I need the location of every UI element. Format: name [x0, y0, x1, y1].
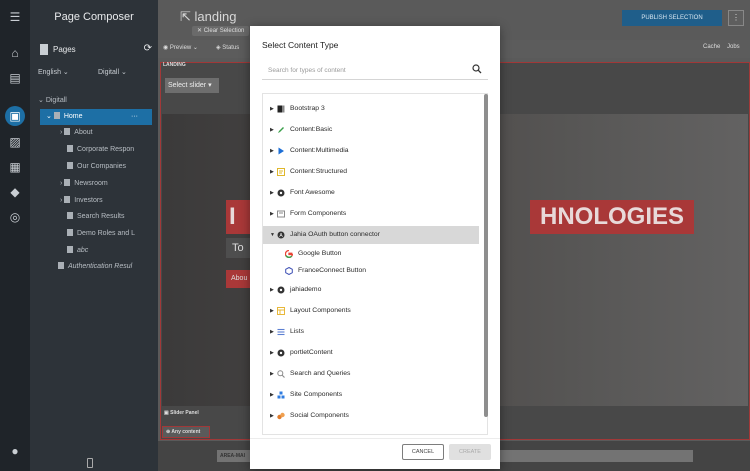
home-icon[interactable]: ⌂ — [7, 45, 23, 61]
tree-node[interactable]: › Newsroom — [60, 176, 158, 192]
slider-panel-label: ▣ Slider Panel — [164, 410, 199, 416]
list-scrollbar[interactable] — [484, 94, 488, 417]
dialog-divider — [250, 438, 500, 439]
google-icon — [285, 250, 293, 258]
page-title: ⇱ landing — [180, 9, 237, 24]
tree-node[interactable]: ⌄ Digitall — [38, 93, 158, 109]
pages-icon — [40, 44, 48, 55]
cache-button[interactable]: Cache — [703, 44, 720, 50]
fa-icon — [277, 189, 285, 197]
content-type-item[interactable]: ▶ Content:Multimedia — [263, 142, 479, 160]
icon-rail: ☰ ⌂ ▤ ▣ ▨ ▦ ◆ ◎ ● — [0, 0, 30, 471]
content-type-item[interactable]: ▶ Lists — [263, 323, 479, 341]
pages-label: Pages — [53, 45, 76, 54]
tree-node[interactable]: › Investors — [60, 193, 158, 209]
page-composer-icon[interactable]: ▣ — [5, 106, 25, 126]
hero-subtitle: To — [226, 238, 250, 258]
language-select[interactable]: English ⌄ — [38, 68, 69, 76]
tree-node[interactable]: Corporate Respon — [67, 142, 158, 158]
pages-header: Pages ⟳ — [38, 43, 154, 57]
tag-icon[interactable]: ◆ — [7, 184, 23, 200]
clipboard-icon[interactable]: ▤ — [7, 70, 23, 86]
content-type-item[interactable]: ▶ portletContent — [263, 344, 479, 362]
tree-node[interactable]: › About — [60, 125, 158, 141]
content-type-item[interactable]: ▶ Social Components — [263, 407, 479, 425]
content-type-item[interactable]: ▶ Site Components — [263, 386, 479, 404]
compass-icon[interactable]: ◎ — [7, 209, 23, 225]
any-content-button[interactable]: ⊕ Any content — [162, 426, 210, 438]
select-slider-button[interactable]: Select slider ▾ — [165, 78, 219, 93]
content-type-item[interactable]: FranceConnect Button — [263, 262, 479, 280]
jahia-icon — [277, 286, 285, 294]
media-icon[interactable]: ▨ — [7, 134, 23, 150]
calendar-icon[interactable]: ▦ — [7, 159, 23, 175]
content-type-item[interactable]: ▶ Search and Queries — [263, 365, 479, 383]
status-button[interactable]: ◈ Status — [216, 44, 239, 51]
search-icon[interactable] — [472, 64, 482, 74]
hero-headline: HNOLOGIES — [530, 200, 695, 234]
content-type-item[interactable]: Google Button — [263, 245, 479, 263]
tree-node[interactable]: Authentication Resul — [58, 259, 158, 275]
hero-headline-left: I — [226, 200, 250, 234]
franceconnect-icon — [285, 267, 293, 275]
site-icon — [277, 391, 285, 399]
mobile-icon[interactable] — [87, 458, 93, 468]
content-type-item[interactable]: ▶ jahiademo — [263, 281, 479, 299]
layout-icon — [277, 307, 285, 315]
search-queries-icon — [277, 370, 285, 378]
tree-node[interactable]: Search Results — [67, 209, 158, 225]
pencil-icon — [278, 127, 284, 133]
search-input[interactable] — [268, 64, 458, 76]
site-select[interactable]: Digitall ⌄ — [98, 68, 127, 76]
list-icon — [277, 328, 285, 336]
publish-selection-button[interactable]: PUBLISH SELECTION — [622, 10, 722, 26]
note-icon — [277, 168, 285, 176]
content-type-item[interactable]: ▶ Bootstrap 3 — [263, 100, 479, 118]
sidebar: Page Composer Pages ⟳ English ⌄ Digitall… — [30, 0, 158, 471]
clear-selection-button[interactable]: ✕ Clear Selection — [192, 26, 250, 36]
select-content-type-dialog: Select Content Type ▶ Bootstrap 3 ▶ Cont… — [250, 26, 500, 469]
content-type-item[interactable]: ▶ Form Components — [263, 205, 479, 223]
refresh-icon[interactable]: ⟳ — [144, 43, 152, 54]
portlet-icon — [277, 349, 285, 357]
jobs-button[interactable]: Jobs — [727, 44, 740, 50]
tree-node[interactable]: Our Companies — [67, 159, 158, 175]
preview-button[interactable]: ◉ Preview ⌄ — [163, 44, 198, 51]
app-title: Page Composer — [54, 11, 134, 23]
content-type-item[interactable]: ▶ Content:Basic — [263, 121, 479, 139]
hero-about-button[interactable]: Abou — [226, 270, 250, 288]
content-type-item[interactable]: ▶ Content:Structured — [263, 163, 479, 181]
social-icon — [277, 412, 285, 420]
tree-node[interactable]: Demo Roles and L — [67, 226, 158, 242]
search-field[interactable] — [262, 60, 488, 80]
cancel-button[interactable]: CANCEL — [402, 444, 444, 460]
content-type-item[interactable]: ▶ Layout Components — [263, 302, 479, 320]
more-options-icon[interactable]: ⋮ — [728, 10, 744, 26]
form-icon — [277, 210, 285, 218]
create-button[interactable]: CREATE — [449, 444, 491, 460]
tree-node[interactable]: abc — [67, 243, 158, 259]
dialog-title: Select Content Type — [262, 40, 339, 50]
area-label: LANDING — [163, 62, 186, 68]
menu-icon[interactable]: ☰ — [7, 9, 23, 25]
content-type-item[interactable]: ▶ Font Awesome — [263, 184, 479, 202]
content-type-item-expanded[interactable]: ▼ A Jahia OAuth button connector — [263, 226, 479, 244]
user-icon[interactable]: ● — [7, 443, 23, 459]
bootstrap-icon — [277, 105, 285, 113]
tree-node-selected[interactable]: ⌄ Home ··· — [40, 109, 152, 125]
play-icon — [278, 147, 284, 155]
oauth-icon: A — [277, 231, 285, 239]
